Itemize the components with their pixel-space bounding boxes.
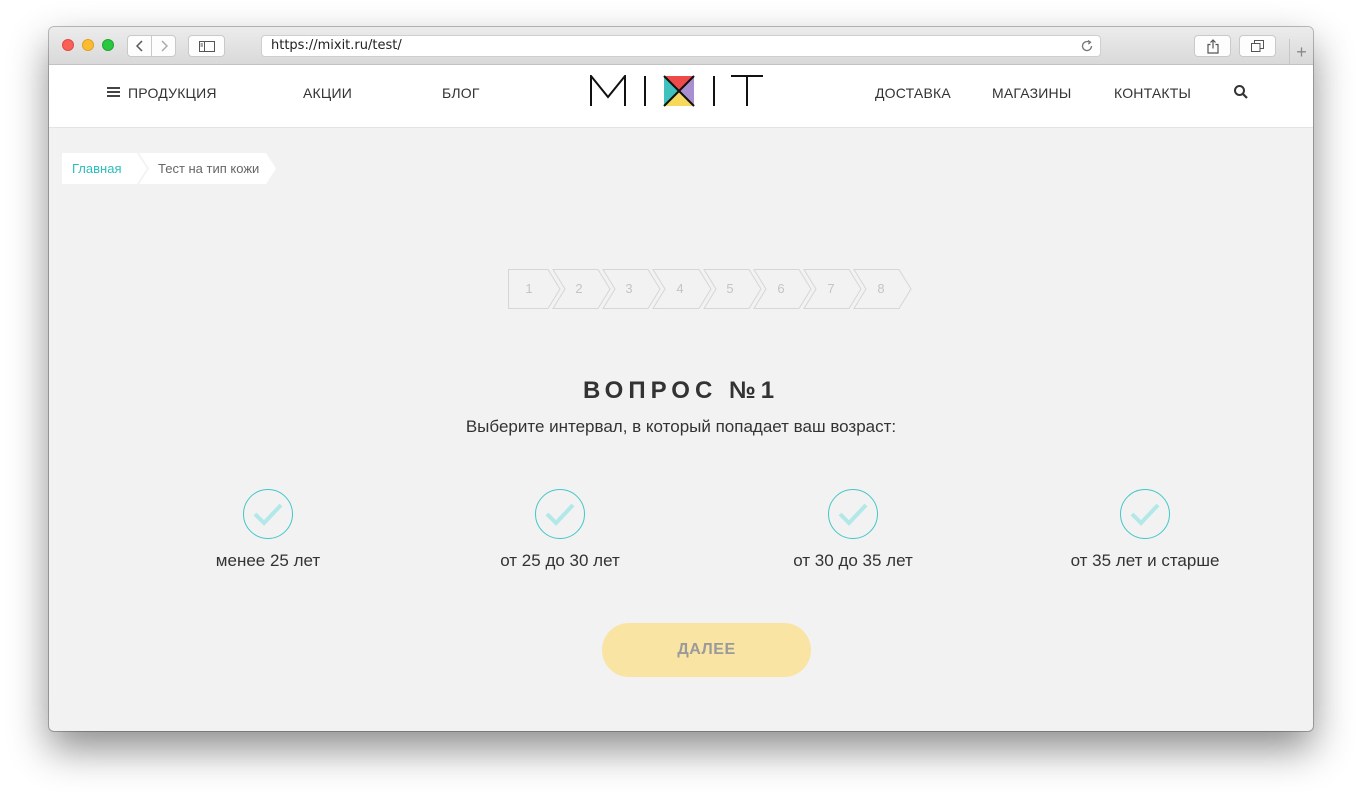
step-number: 7 (827, 281, 835, 296)
question-steps: 1 2 3 4 5 6 7 8 (508, 269, 914, 309)
next-button[interactable]: ДАЛЕЕ (602, 623, 811, 677)
checkmark-icon (1130, 503, 1160, 526)
step-number: 8 (877, 281, 885, 296)
option-radio[interactable] (828, 489, 878, 539)
sidebar-toggle-button[interactable] (188, 35, 225, 57)
answer-option[interactable]: от 30 до 35 лет (743, 489, 963, 571)
checkmark-icon (253, 503, 283, 526)
nav-contacts[interactable]: КОНТАКТЫ (1114, 85, 1191, 101)
option-label: менее 25 лет (215, 551, 321, 570)
minimize-window-icon[interactable] (82, 39, 94, 51)
nav-promotions[interactable]: АКЦИИ (303, 85, 352, 101)
option-radio[interactable] (1120, 489, 1170, 539)
option-radio[interactable] (535, 489, 585, 539)
sidebar-icon (198, 40, 215, 52)
answer-option[interactable]: от 35 лет и старше (1035, 489, 1255, 571)
tabs-icon (1251, 40, 1264, 52)
address-bar[interactable]: https://mixit.ru/test/ (261, 35, 1101, 57)
step-number: 4 (676, 281, 684, 296)
checkmark-icon (545, 503, 575, 526)
step-number: 3 (625, 281, 633, 296)
reload-icon[interactable] (1081, 36, 1094, 56)
chevron-left-icon (135, 40, 143, 52)
nav-stores[interactable]: МАГАЗИНЫ (992, 85, 1071, 101)
mixit-logo[interactable] (590, 73, 764, 107)
nav-products[interactable]: ПРОДУКЦИЯ (128, 85, 217, 101)
nav-delivery[interactable]: ДОСТАВКА (875, 85, 951, 101)
forward-button[interactable] (151, 35, 176, 57)
chevron-right-icon (160, 40, 168, 52)
step-number: 2 (575, 281, 583, 296)
option-radio[interactable] (243, 489, 293, 539)
new-tab-button[interactable]: + (1289, 39, 1313, 65)
search-icon[interactable] (1233, 84, 1249, 100)
share-button[interactable] (1194, 35, 1231, 57)
browser-titlebar: https://mixit.ru/test/ + (49, 27, 1313, 65)
step-number: 1 (525, 281, 533, 296)
step-number: 5 (726, 281, 734, 296)
nav-blog[interactable]: БЛОГ (442, 85, 480, 101)
breadcrumb-current: Тест на тип кожи (139, 153, 276, 184)
plus-icon: + (1296, 41, 1307, 62)
step-number: 6 (777, 281, 785, 296)
browser-window: https://mixit.ru/test/ + ПРОДУКЦИЯ АКЦИИ… (49, 27, 1313, 731)
zoom-window-icon[interactable] (102, 39, 114, 51)
show-tabs-button[interactable] (1239, 35, 1276, 57)
answer-option[interactable]: от 25 до 30 лет (450, 489, 670, 571)
share-icon (1206, 38, 1219, 54)
answer-option[interactable]: менее 25 лет (158, 489, 378, 571)
back-button[interactable] (127, 35, 152, 57)
question-text: Выберите интервал, в который попадает ва… (465, 417, 897, 436)
hamburger-menu-icon[interactable] (107, 87, 120, 97)
site-header: ПРОДУКЦИЯ АКЦИИ БЛОГ ДОСТАВКА МАГАЗИНЫ К… (49, 65, 1313, 128)
checkmark-icon (838, 503, 868, 526)
close-window-icon[interactable] (62, 39, 74, 51)
option-label: от 30 до 35 лет (793, 551, 913, 570)
option-label: от 35 лет и старше (1070, 551, 1220, 570)
question-title: ВОПРОС №1 (582, 377, 780, 404)
url-text: https://mixit.ru/test/ (271, 38, 402, 53)
breadcrumb-home-link[interactable]: Главная (62, 153, 147, 184)
option-label: от 25 до 30 лет (500, 551, 620, 570)
